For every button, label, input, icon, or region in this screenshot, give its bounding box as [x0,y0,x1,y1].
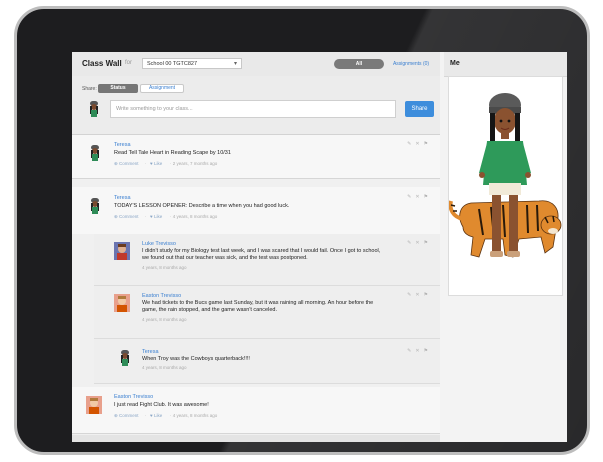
wall-header: Class Wall for School 00 TGTC827 ▾ All A… [72,52,440,77]
status-input[interactable]: Write something to your class... [110,100,396,118]
tab-assignments[interactable]: Assignments (0) [386,59,436,69]
wall-post: Teresa Read Tell Tale Heart in Reading S… [72,135,440,179]
reply-actions: ✎✕⚑ [407,348,432,354]
flag-icon[interactable]: ⚑ [424,194,432,200]
separator: · [145,161,147,166]
app-screen: Class Wall for School 00 TGTC827 ▾ All A… [72,52,567,442]
reply-timestamp: 4 years, 8 months ago [142,265,187,270]
reply-author[interactable]: Luke Trevisso [142,241,176,247]
separator: · [145,214,147,219]
like-link[interactable]: ♥ Like [150,161,162,166]
flag-icon[interactable]: ⚑ [424,292,432,298]
comment-link[interactable]: ⊕ Comment [114,214,139,220]
share-button[interactable]: Share [405,101,434,117]
reply-timestamp: 4 years, 8 months ago [142,317,187,322]
class-select[interactable]: School 00 TGTC827 ▾ [142,58,242,69]
close-icon[interactable]: ✕ [415,348,423,354]
profile-panel: Me [444,52,567,442]
post-author[interactable]: Teresa [114,195,131,201]
avatar-card [448,76,563,296]
wall-post: Easton Trevisso I just read Fight Club. … [72,387,440,434]
flag-icon[interactable]: ⚑ [424,348,432,354]
like-link[interactable]: ♥ Like [150,413,162,418]
reply-author[interactable]: Teresa [142,349,159,355]
reply-item: Easton Trevisso We had tickets to the Bu… [94,286,440,339]
class-wall-panel: Class Wall for School 00 TGTC827 ▾ All A… [72,52,440,442]
avatar [91,145,99,161]
tiger-illustration [448,200,562,258]
wall-post: Teresa TODAY'S LESSON OPENER: Describe a… [72,187,440,234]
avatar [90,101,98,117]
reply-actions: ✎✕⚑ [407,240,432,246]
reply-text: We had tickets to the Bucs game last Sun… [142,300,374,306]
flag-icon[interactable]: ⚑ [424,240,432,246]
tablet-frame: Class Wall for School 00 TGTC827 ▾ All A… [14,6,590,455]
profile-title: Me [450,60,460,67]
close-icon[interactable]: ✕ [415,240,423,246]
reply-item: Teresa When Troy was the Cowboys quarter… [94,339,440,384]
page-title: Class Wall [82,59,122,68]
reply-text: we found out that our teacher was sick, … [142,255,308,261]
close-icon[interactable]: ✕ [415,194,423,200]
class-select-value: School 00 TGTC827 [147,61,198,67]
post-author[interactable]: Easton Trevisso [114,394,153,400]
for-label: for [125,60,133,66]
avatar [114,242,130,260]
post-text: Read Tell Tale Heart in Reading Scape by… [114,150,231,156]
flag-icon[interactable]: ⚑ [424,141,432,147]
avatar [86,396,102,414]
like-link[interactable]: ♥ Like [150,214,162,219]
reply-actions: ✎✕⚑ [407,292,432,298]
comment-link[interactable]: ⊕ Comment [114,161,139,167]
post-timestamp: · 4 years, 8 months ago [170,214,218,219]
post-actions: ✎✕⚑ [407,194,432,200]
reply-text: I didn't study for my Biology test last … [142,248,381,254]
avatar [91,198,99,214]
post-timestamp: · 4 years, 8 months ago [170,413,218,418]
reply-timestamp: 4 years, 8 months ago [142,365,187,370]
comment-link[interactable]: ⊕ Comment [114,413,139,419]
reply-author[interactable]: Easton Trevisso [142,293,181,299]
reply-text: game, the rain stopped, and the game was… [142,307,277,313]
post-timestamp: · 2 years, 7 months ago [170,161,218,166]
avatar [121,350,129,366]
separator: · [145,413,147,418]
post-text: I just read Fight Club. It was awesome! [114,402,209,408]
tab-all[interactable]: All [334,59,384,69]
assignment-tab[interactable]: Assignment [140,84,184,93]
post-text: TODAY'S LESSON OPENER: Describe a time w… [114,203,290,209]
post-author[interactable]: Teresa [114,142,131,148]
status-tab[interactable]: Status [98,84,138,93]
reply-text: When Troy was the Cowboys quarterback!!!… [142,356,250,362]
next-post-edge [72,435,440,442]
share-label: Share: [82,86,97,92]
post-actions: ✎✕⚑ [407,141,432,147]
close-icon[interactable]: ✕ [415,292,423,298]
close-icon[interactable]: ✕ [415,141,423,147]
profile-header: Me [444,52,567,77]
avatar [114,294,130,312]
reply-item: Luke Trevisso I didn't study for my Biol… [94,234,440,286]
chevron-down-icon: ▾ [233,61,237,67]
bitmoji-avatar-with-tiger [448,93,562,258]
share-composer: Share: Status Assignment Write something… [72,76,440,135]
